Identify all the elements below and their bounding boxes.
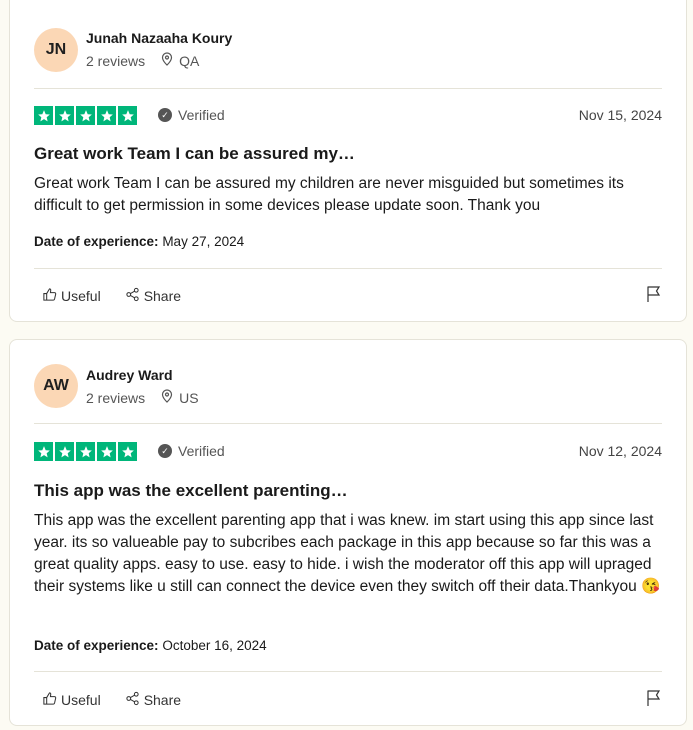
star-icon [118,106,137,125]
experience-date: May 27, 2024 [162,234,245,249]
share-icon [125,691,140,709]
date-of-experience: Date of experience: May 27, 2024 [34,234,244,249]
thumbs-up-icon [42,691,57,709]
star-icon [34,106,53,125]
share-button[interactable]: Share [125,287,181,305]
verified-badge[interactable]: ✓ Verified [158,443,225,459]
review-count: 2 reviews [86,389,146,406]
verified-check-icon: ✓ [158,444,172,458]
review-date: Nov 15, 2024 [578,107,662,123]
reviewer-meta: 2 reviews QA [86,52,199,69]
divider [34,268,662,269]
review-text: This app was the excellent parenting app… [34,512,661,595]
verified-badge[interactable]: ✓ Verified [158,107,225,123]
thumbs-up-icon [42,287,57,305]
useful-button[interactable]: Useful [42,691,101,709]
star-rating [34,442,137,461]
share-icon [125,287,140,305]
useful-button[interactable]: Useful [42,287,101,305]
location-pin-icon [161,52,173,69]
reviewer-name[interactable]: Junah Nazaaha Koury [86,30,232,46]
divider [34,423,662,424]
useful-label: Useful [61,288,101,304]
review-card: JN Junah Nazaaha Koury 2 reviews QA ✓ Ve… [9,0,687,322]
flag-icon[interactable] [646,285,662,308]
reviewer-meta: 2 reviews US [86,389,199,406]
verified-check-icon: ✓ [158,108,172,122]
star-icon [55,442,74,461]
experience-label: Date of experience: [34,234,159,249]
review-title[interactable]: This app was the excellent parenting… [34,481,348,501]
reviewer-country: QA [179,52,200,69]
reviewer-name[interactable]: Audrey Ward [86,367,173,383]
reviewer-country: US [179,389,199,406]
review-text: Great work Team I can be assured my chil… [34,175,624,214]
review-count: 2 reviews [86,52,146,69]
star-icon [55,106,74,125]
star-icon [97,106,116,125]
verified-label: Verified [178,443,225,459]
verified-label: Verified [178,107,225,123]
star-icon [76,106,95,125]
review-title[interactable]: Great work Team I can be assured my… [34,144,355,164]
star-icon [76,442,95,461]
date-of-experience: Date of experience: October 16, 2024 [34,638,267,653]
star-icon [97,442,116,461]
flag-icon[interactable] [646,689,662,712]
star-icon [34,442,53,461]
divider [34,671,662,672]
review-actions: Useful Share [42,691,181,709]
review-card: AW Audrey Ward 2 reviews US ✓ Verified N… [9,339,687,726]
star-rating [34,106,137,125]
location-pin-icon [161,389,173,406]
divider [34,88,662,89]
experience-date: October 16, 2024 [162,638,267,653]
review-actions: Useful Share [42,287,181,305]
useful-label: Useful [61,692,101,708]
experience-label: Date of experience: [34,638,159,653]
review-date: Nov 12, 2024 [578,443,662,459]
share-button[interactable]: Share [125,691,181,709]
avatar[interactable]: AW [34,364,78,408]
share-label: Share [143,288,182,304]
avatar[interactable]: JN [34,28,78,72]
star-icon [118,442,137,461]
share-label: Share [143,692,182,708]
